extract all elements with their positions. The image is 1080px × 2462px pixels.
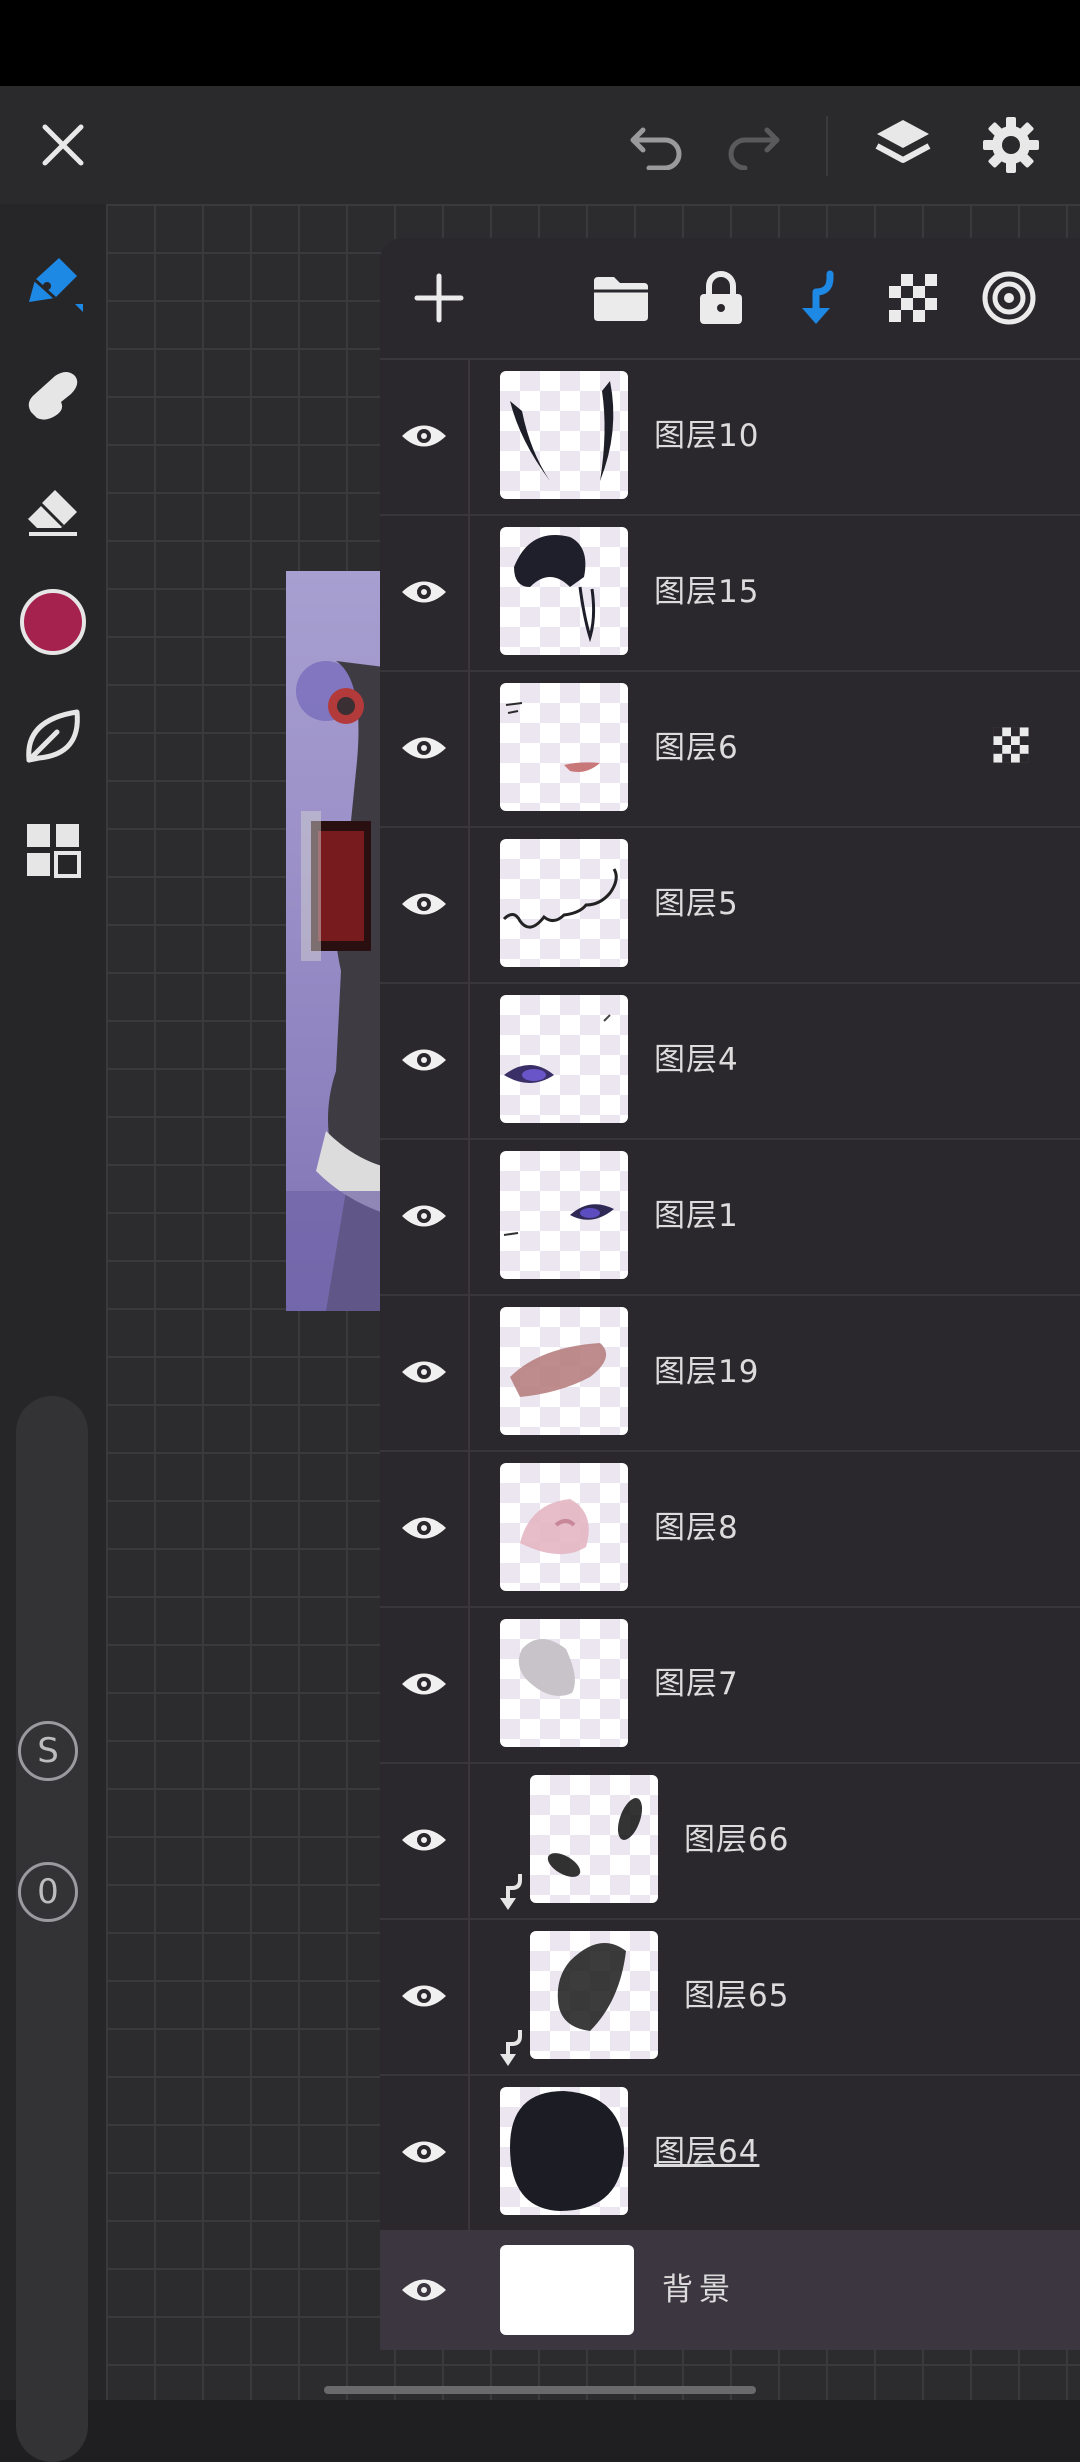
layer-thumbnail [530,1775,658,1903]
layers-panel: 图层10 图层15 图层6 图层5 图层4 图层1 图层19 图层8 图层7 图… [380,238,1080,2350]
layer-row[interactable]: 图层6 [380,670,1080,828]
layer-name: 图层5 [654,886,739,922]
eye-icon[interactable] [380,1606,470,1762]
layer-name: 图层8 [654,1510,739,1546]
layer-thumbnail [530,1931,658,2059]
size-opacity-slider[interactable] [16,1396,88,2462]
toolbar-divider [826,116,828,176]
layer-thumbnail [500,839,628,967]
eye-icon[interactable] [380,1138,470,1294]
layer-row[interactable]: 图层15 [380,514,1080,672]
home-indicator[interactable] [324,2386,756,2394]
layer-name: 图层15 [654,574,760,610]
layer-name: 图层65 [684,1978,790,2014]
layer-name: 图层1 [654,1198,739,1234]
layer-thumbnail [500,683,628,811]
clip-arrow-icon[interactable] [770,238,860,358]
layers-icon[interactable] [848,86,958,204]
layer-thumbnail [500,1463,628,1591]
eye-icon[interactable] [380,670,470,826]
layer-name: 图层66 [684,1822,790,1858]
eye-icon[interactable] [380,2230,468,2350]
layer-name: 图层7 [654,1666,739,1702]
layer-row[interactable]: 图层66 [380,1762,1080,1920]
alpha-lock-indicator-icon [992,726,1030,768]
left-toolbar: S 0 [0,204,106,2462]
add-layer-icon[interactable] [394,238,484,358]
undo-icon[interactable] [602,86,712,204]
status-bar [0,0,1080,86]
lock-icon[interactable] [676,238,766,358]
eye-icon[interactable] [380,826,470,982]
layer-row[interactable]: 图层5 [380,826,1080,984]
clipping-arrow-icon [500,2030,522,2066]
layer-row[interactable]: 图层65 [380,1918,1080,2076]
layer-row[interactable]: 图层64 [380,2074,1080,2232]
layer-row[interactable]: 图层8 [380,1450,1080,1608]
clipping-arrow-icon [500,1874,522,1910]
layer-name: 图层10 [654,418,760,454]
eye-icon[interactable] [380,1294,470,1450]
smudge-icon[interactable] [0,342,106,446]
eye-icon[interactable] [380,1450,470,1606]
color-swatch[interactable] [0,570,106,674]
eye-icon[interactable] [380,1918,470,2074]
layer-row[interactable]: 图层1 [380,1138,1080,1296]
layer-name: 图层4 [654,1042,739,1078]
redo-icon[interactable] [698,86,808,204]
eye-icon[interactable] [380,1762,470,1918]
eraser-icon[interactable] [0,454,106,558]
layers-toolbar [380,238,1080,360]
gear-icon[interactable] [956,86,1066,204]
layer-thumbnail [500,1307,628,1435]
layer-row[interactable]: 图层7 [380,1606,1080,1764]
layer-thumbnail [500,1151,628,1279]
layer-row[interactable]: 图层19 [380,1294,1080,1452]
layer-thumbnail [500,527,628,655]
background-layer-row[interactable]: 背景 [380,2230,1080,2350]
alpha-lock-icon[interactable] [868,238,958,358]
layer-name: 图层64 [654,2134,760,2170]
opacity-label: 0 [18,1862,78,1922]
layer-row[interactable]: 图层10 [380,358,1080,516]
blend-mode-icon[interactable] [964,238,1054,358]
leaf-icon[interactable] [0,684,106,788]
size-label: S [18,1721,78,1781]
layer-thumbnail [500,995,628,1123]
background-color-swatch[interactable] [500,2245,634,2335]
folder-icon[interactable] [576,238,666,358]
pen-tool-icon[interactable] [0,230,106,334]
layer-name: 背景 [662,2272,736,2308]
top-bar [0,86,1080,204]
layer-name: 图层19 [654,1354,760,1390]
layer-thumbnail [500,2087,628,2215]
close-icon[interactable] [8,86,118,204]
layer-thumbnail [500,1619,628,1747]
eye-icon[interactable] [380,514,470,670]
eye-icon[interactable] [380,2074,470,2230]
layer-thumbnail [500,371,628,499]
eye-icon[interactable] [380,982,470,1138]
eye-icon[interactable] [380,358,470,514]
layer-row[interactable]: 图层4 [380,982,1080,1140]
gallery-icon[interactable] [0,798,106,902]
layer-name: 图层6 [654,730,739,766]
